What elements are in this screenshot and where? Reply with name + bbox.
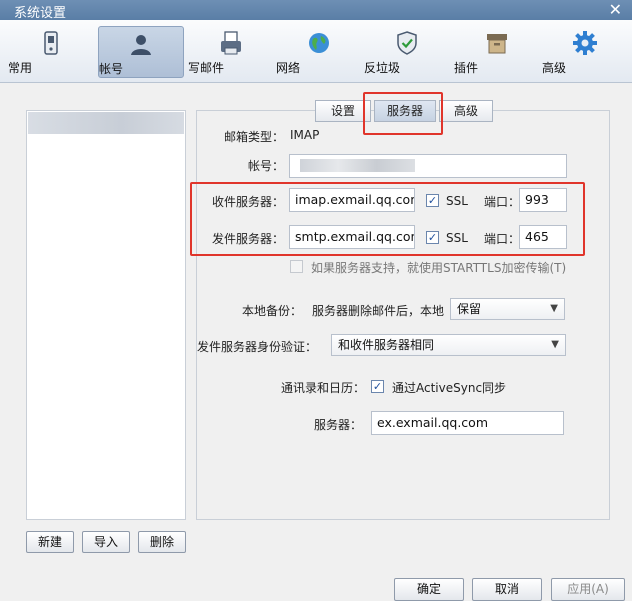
toolbar-item-account[interactable]: 帐号: [98, 26, 184, 78]
toolbar-item-compose[interactable]: 写邮件: [188, 26, 274, 78]
chevron-down-icon: ▼: [551, 339, 559, 350]
redacted-account: [300, 159, 415, 172]
title-bar: 系统设置 ✕: [0, 0, 632, 21]
outgoing-port-input[interactable]: 465: [519, 225, 567, 249]
sync-server-input[interactable]: ex.exmail.qq.com: [371, 411, 564, 435]
shield-icon: [397, 31, 417, 55]
gear-icon: [573, 31, 597, 55]
user-icon: [131, 35, 151, 55]
import-account-button[interactable]: 导入: [82, 531, 130, 553]
outgoing-ssl-label: SSL: [446, 231, 468, 245]
incoming-server-input[interactable]: imap.exmail.qq.com: [289, 188, 415, 212]
toolbar-item-label: 高级: [542, 61, 567, 75]
outgoing-auth-label: 发件服务器身份验证：: [197, 340, 318, 354]
toolbar-item-label: 帐号: [99, 62, 124, 76]
toolbar-item-label: 插件: [454, 61, 479, 75]
local-backup-value: 保留: [457, 302, 482, 316]
incoming-server-label: 收件服务器：: [212, 195, 285, 209]
toolbar-item-antispam[interactable]: 反垃圾: [364, 26, 450, 78]
activesync-checkbox[interactable]: ✓: [371, 380, 384, 393]
outgoing-server-input[interactable]: smtp.exmail.qq.com: [289, 225, 415, 249]
compose-icon: [221, 31, 241, 55]
globe-icon: [309, 33, 329, 53]
delete-account-button[interactable]: 删除: [138, 531, 186, 553]
mail-type-label: 邮箱类型：: [224, 130, 285, 144]
outgoing-port-label: 端口：: [484, 232, 521, 246]
toolbar-item-label: 网络: [276, 61, 301, 75]
contacts-calendar-label: 通讯录和日历：: [281, 381, 366, 395]
toolbar-item-network[interactable]: 网络: [276, 26, 362, 78]
account-label: 帐号：: [248, 159, 285, 173]
local-backup-description: 服务器删除邮件后，本地: [312, 304, 445, 318]
local-backup-select[interactable]: 保留 ▼: [450, 298, 565, 320]
incoming-port-input[interactable]: 993: [519, 188, 567, 212]
outgoing-auth-select[interactable]: 和收件服务器相同 ▼: [331, 334, 566, 356]
toolbar-item-label: 写邮件: [188, 61, 225, 75]
mail-type-value: IMAP: [290, 128, 320, 142]
phone-icon: [44, 31, 58, 55]
new-account-button[interactable]: 新建: [26, 531, 74, 553]
sync-server-label: 服务器：: [314, 418, 363, 432]
toolbar-item-plugins[interactable]: 插件: [454, 26, 540, 78]
account-list[interactable]: [26, 110, 186, 520]
cancel-button[interactable]: 取消: [472, 578, 542, 601]
activesync-label: 通过ActiveSync同步: [392, 381, 507, 395]
apply-button[interactable]: 应用(A): [551, 578, 625, 601]
incoming-ssl-checkbox[interactable]: ✓: [426, 194, 439, 207]
toolbar-item-label: 常用: [8, 61, 33, 75]
toolbar-item-label: 反垃圾: [364, 61, 401, 75]
account-field[interactable]: [289, 154, 567, 178]
close-icon[interactable]: ✕: [609, 0, 622, 19]
incoming-port-label: 端口：: [484, 195, 521, 209]
starttls-label: 如果服务器支持，就使用STARTTLS加密传输(T): [311, 261, 567, 275]
highlight-box-server-tab: [363, 92, 443, 135]
settings-toolbar: 常用 帐号 写邮件 网络 反垃圾 插件 高级: [0, 20, 632, 83]
ok-button[interactable]: 确定: [394, 578, 464, 601]
chevron-down-icon: ▼: [550, 303, 558, 314]
account-list-item-selected[interactable]: [28, 112, 184, 134]
incoming-ssl-label: SSL: [446, 194, 468, 208]
local-backup-label: 本地备份：: [242, 304, 303, 318]
toolbar-item-general[interactable]: 常用: [8, 26, 94, 78]
window-title: 系统设置: [14, 6, 67, 21]
outgoing-auth-value: 和收件服务器相同: [338, 338, 435, 352]
outgoing-server-label: 发件服务器：: [212, 232, 285, 246]
outgoing-ssl-checkbox[interactable]: ✓: [426, 231, 439, 244]
toolbar-item-advanced[interactable]: 高级: [542, 26, 628, 78]
starttls-checkbox[interactable]: [290, 260, 303, 273]
tab-advanced[interactable]: 高级: [439, 100, 493, 122]
box-icon: [487, 34, 507, 54]
